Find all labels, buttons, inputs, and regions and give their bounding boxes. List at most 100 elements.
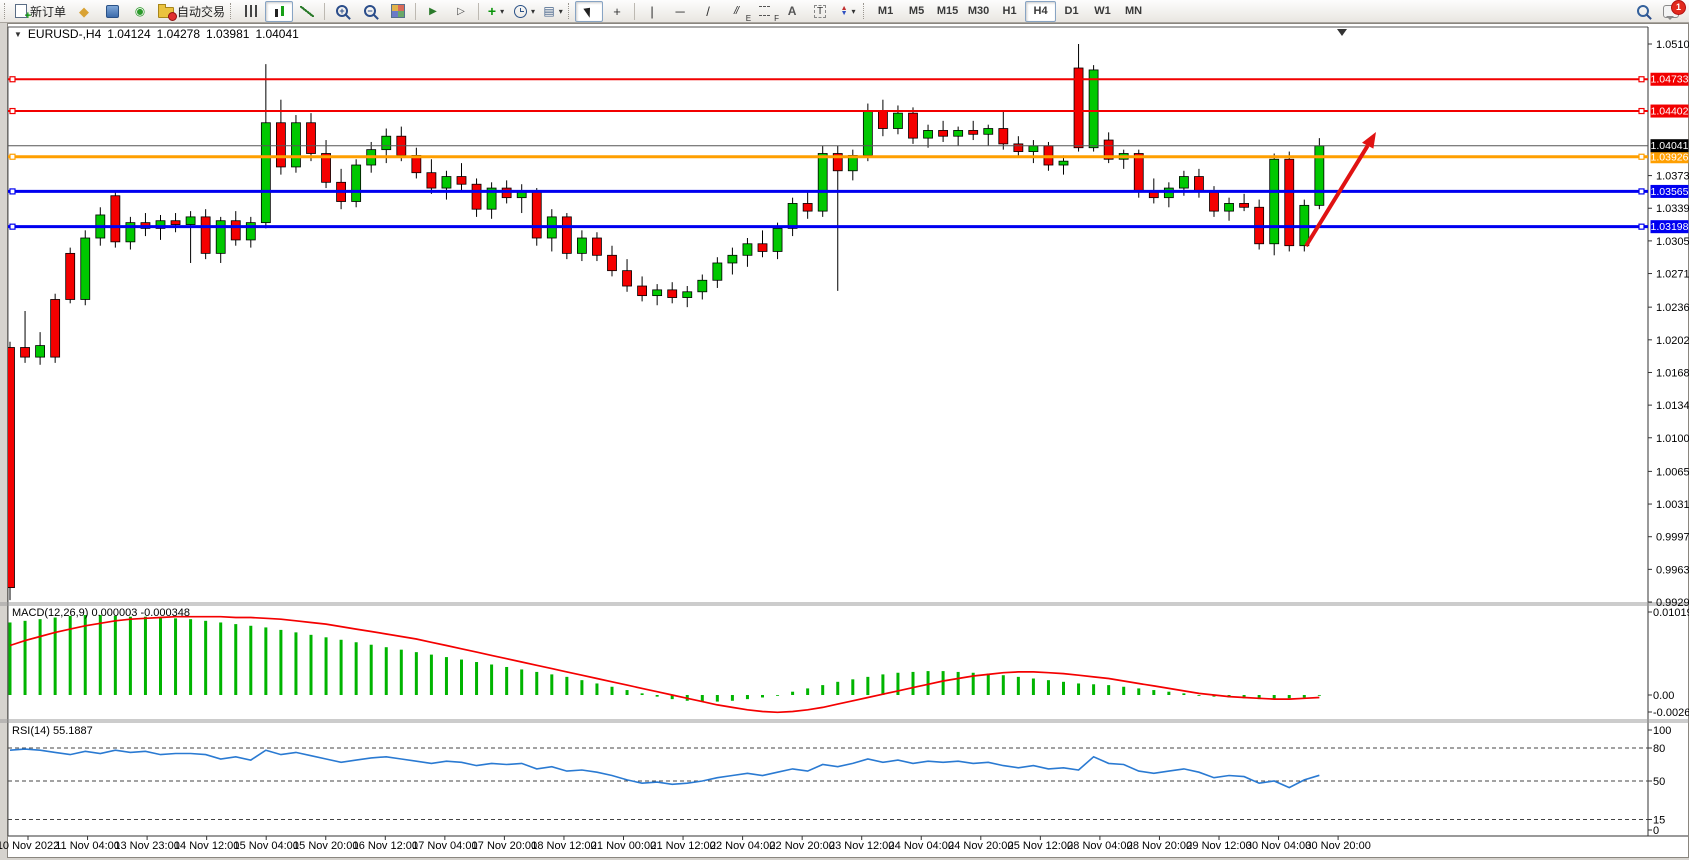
crosshair-button[interactable]: + <box>603 1 631 22</box>
navigator-button[interactable] <box>98 1 126 22</box>
line-handle[interactable] <box>10 224 15 229</box>
autotrading-button[interactable]: 自动交易 <box>154 1 229 22</box>
periods-button[interactable]: ▾ <box>510 1 539 22</box>
line-handle[interactable] <box>10 189 15 194</box>
indicators-button[interactable]: + ▾ <box>482 1 510 22</box>
rsi-axis-label: 0 <box>1653 825 1659 837</box>
toolbar-grip[interactable] <box>230 3 234 19</box>
toolbar-grip[interactable] <box>863 3 867 19</box>
timeframe-m1-button[interactable]: M1 <box>870 1 901 22</box>
macd-histogram-bar <box>325 637 328 695</box>
line-handle[interactable] <box>1639 77 1644 82</box>
equidistant-channel-button[interactable]: // E <box>722 1 750 22</box>
candle <box>623 271 632 286</box>
text-button[interactable]: A <box>778 1 806 22</box>
line-handle[interactable] <box>1639 224 1644 229</box>
macd-histogram-bar <box>806 688 809 695</box>
tile-windows-button[interactable] <box>384 1 412 22</box>
zoom-in-button[interactable]: + <box>328 1 356 22</box>
macd-histogram-bar <box>430 655 433 695</box>
macd-histogram-bar <box>114 616 117 695</box>
candle <box>608 255 617 270</box>
macd-histogram-bar <box>957 672 960 695</box>
candle <box>51 299 60 357</box>
chart-title[interactable]: ▼ EURUSD-,H4 1.04124 1.04278 1.03981 1.0… <box>14 27 299 41</box>
vertical-line-icon: | <box>650 4 653 19</box>
chart-canvas[interactable]: 1.047331.044021.039261.035651.031981.040… <box>0 0 1689 860</box>
candle <box>773 228 782 251</box>
chat-icon[interactable]: 1 <box>1663 5 1679 18</box>
macd-histogram-bar <box>776 695 779 696</box>
timeframe-d1-button[interactable]: D1 <box>1056 1 1087 22</box>
zoom-out-button[interactable]: − <box>356 1 384 22</box>
timeframe-m30-button[interactable]: M30 <box>963 1 994 22</box>
macd-histogram-bar <box>174 618 177 695</box>
line-handle[interactable] <box>10 154 15 159</box>
price-badge-label: 1.03926 <box>1651 151 1689 163</box>
line-chart-button[interactable] <box>293 1 321 22</box>
auto-scroll-button[interactable]: ▶ <box>419 1 447 22</box>
candlestick-chart-button[interactable] <box>265 1 293 22</box>
candle <box>999 129 1008 144</box>
macd-histogram-bar <box>445 657 448 695</box>
macd-histogram-bar <box>294 632 297 695</box>
candle <box>171 221 180 225</box>
text-label-button[interactable]: T <box>806 1 834 22</box>
cursor-button[interactable] <box>575 1 603 22</box>
line-handle[interactable] <box>1639 109 1644 114</box>
toolbar-grip[interactable] <box>568 3 572 19</box>
candle <box>291 123 300 167</box>
horizontal-line-button[interactable]: ─ <box>666 1 694 22</box>
new-order-button[interactable]: + 新订单 <box>11 1 70 22</box>
candle <box>472 184 481 209</box>
price-tick-label: 1.01000 <box>1656 433 1689 445</box>
price-badge-label: 1.04733 <box>1651 74 1689 86</box>
search-icon[interactable] <box>1637 5 1649 17</box>
time-tick-label: 29 Nov 12:00 <box>1186 840 1251 852</box>
trendline-button[interactable]: / <box>694 1 722 22</box>
candle <box>457 177 466 185</box>
timeframe-h1-button[interactable]: H1 <box>994 1 1025 22</box>
macd-histogram-bar <box>595 683 598 695</box>
trendline-icon: / <box>706 4 710 19</box>
candle <box>21 347 30 357</box>
templates-button[interactable]: ▤ ▾ <box>539 1 567 22</box>
price-badge-label: 1.04402 <box>1651 106 1689 118</box>
bar-chart-button[interactable] <box>237 1 265 22</box>
candle <box>788 203 797 228</box>
rsi-axis-label: 100 <box>1653 725 1671 737</box>
tile-windows-icon <box>391 4 405 18</box>
line-handle[interactable] <box>10 77 15 82</box>
chart-shift-button[interactable]: ▷ <box>447 1 475 22</box>
timeframe-h4-button[interactable]: H4 <box>1025 1 1056 22</box>
arrows-button[interactable]: ▲ ▼ ▾ <box>834 1 862 22</box>
macd-histogram-bar <box>9 622 12 695</box>
macd-histogram-bar <box>550 674 553 695</box>
line-handle[interactable] <box>1639 189 1644 194</box>
line-handle[interactable] <box>1639 154 1644 159</box>
fibonacci-icon <box>759 6 770 16</box>
timeframe-w1-button[interactable]: W1 <box>1087 1 1118 22</box>
candle <box>728 255 737 263</box>
candle <box>713 263 722 280</box>
toolbar-grip[interactable] <box>4 3 8 19</box>
chevron-down-icon: ▾ <box>559 7 563 16</box>
fibonacci-button[interactable]: F <box>750 1 778 22</box>
market-watch-button[interactable]: ◆ <box>70 1 98 22</box>
symbol-dropdown-icon[interactable]: ▼ <box>14 30 22 39</box>
price-tick-label: 1.01340 <box>1656 400 1689 412</box>
rsi-indicator-label: RSI(14) 55.1887 <box>12 725 93 737</box>
timeframe-m15-button[interactable]: M15 <box>932 1 963 22</box>
navigator-icon <box>106 5 119 18</box>
current-price-badge-label: 1.04041 <box>1651 140 1689 152</box>
macd-histogram-bar <box>415 652 418 695</box>
candle <box>969 130 978 134</box>
vertical-line-button[interactable]: | <box>638 1 666 22</box>
signals-button[interactable]: ◉ <box>126 1 154 22</box>
line-chart-icon <box>300 6 314 17</box>
timeframe-mn-button[interactable]: MN <box>1118 1 1149 22</box>
timeframe-m5-button[interactable]: M5 <box>901 1 932 22</box>
time-tick-label: 24 Nov 20:00 <box>948 840 1013 852</box>
line-handle[interactable] <box>10 109 15 114</box>
candle <box>653 290 662 296</box>
